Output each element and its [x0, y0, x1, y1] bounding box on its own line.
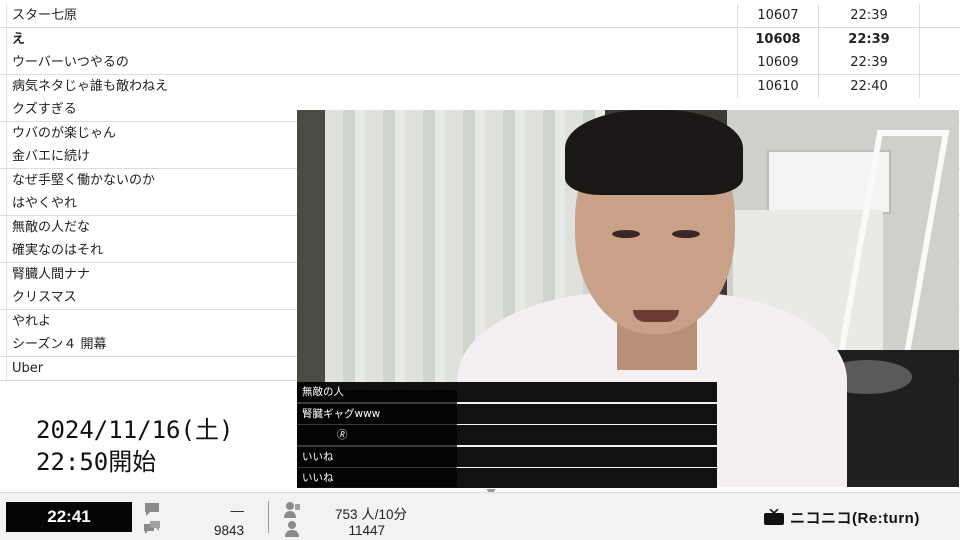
viewer-rate: 753 人/10分 — [335, 507, 408, 522]
comment-text: スター七原 — [6, 4, 302, 27]
comment-number: 10609 — [737, 51, 818, 74]
comment-number: 10607 — [737, 4, 818, 27]
comment-text: 腎臓人間ナナ — [6, 262, 302, 286]
broadcast-date: 2024/11/16(土) 22:50開始 — [36, 414, 296, 478]
comment-text: やれよ — [6, 309, 302, 333]
comment-text: え — [6, 27, 302, 51]
comment-text: 確実なのはそれ — [6, 239, 302, 262]
comment-text: ウーバーいつやるの — [6, 51, 302, 74]
comment-rate: — — [230, 503, 245, 518]
comment-icon — [145, 503, 159, 516]
comment-number: 10610 — [737, 74, 818, 98]
comment-number: 10608 — [737, 27, 818, 51]
comment-text: クズすぎる — [6, 98, 302, 121]
left-eye — [612, 230, 640, 238]
logo-text: ニコニコ(Re:turn) — [790, 509, 920, 527]
overlay-comment: いいね — [297, 468, 717, 488]
comment-text: はやくやれ — [6, 192, 302, 215]
mouth — [633, 310, 679, 322]
status-divider — [268, 501, 269, 533]
comment-total: 9843 — [213, 523, 244, 538]
comment-text: クリスマス — [6, 286, 302, 309]
comment-row[interactable]: ウーバーいつやるの 10609 22:39 — [0, 51, 960, 75]
comment-row[interactable]: スター七原 10607 22:39 — [0, 4, 960, 28]
comment-text: 無敵の人だな — [6, 215, 302, 239]
comment-row[interactable]: 病気ネタじゃ誰も敵わねえ 10610 22:40 — [0, 74, 960, 99]
niconico-live-player: スター七原 10607 22:39 え 10608 22:39 ウーバーいつやるの 10609… — [0, 0, 960, 540]
overlay-comment: 腎臓ギャグwww — [297, 403, 717, 424]
comment-time: 22:39 — [818, 4, 920, 27]
viewer-total: 11447 — [348, 523, 385, 538]
comment-row[interactable]: え 10608 22:39 — [0, 27, 960, 52]
comment-text: ウバのが楽じゃん — [6, 121, 302, 145]
current-time: 22:41 — [6, 502, 132, 532]
comment-time: 22:39 — [818, 51, 920, 74]
comment-text: シーズン４ 開幕 — [6, 333, 302, 356]
status-bar: 22:41 — 9843 753 人/10分 11447 ニコニコ(Re:tur… — [0, 492, 960, 540]
niconico-logo: ニコニコ(Re:turn) — [764, 505, 920, 529]
viewer-rate-icon — [284, 502, 300, 518]
overlay-comment: 🄬 — [297, 425, 717, 445]
start-time-line: 22:50開始 — [36, 448, 157, 476]
viewer-icon — [285, 521, 299, 537]
overlay-comment: いいね — [297, 446, 717, 467]
tv-icon — [764, 509, 784, 525]
comment-text: 病気ネタじゃ誰も敵わねえ — [6, 74, 302, 98]
right-eye — [672, 230, 700, 238]
streamer-hair — [565, 110, 743, 195]
comment-text: なぜ手堅く働かないのか — [6, 168, 302, 192]
date-line: 2024/11/16(土) — [36, 416, 234, 444]
overlay-comment: 無敵の人 — [297, 382, 717, 402]
comment-time: 22:39 — [818, 27, 920, 51]
comment-total-icon — [144, 521, 160, 534]
comment-text: Uber — [6, 356, 302, 380]
room-shadow — [297, 110, 327, 390]
comment-time: 22:40 — [818, 74, 920, 98]
comment-text: 金バエに続け — [6, 145, 302, 168]
overlay-comment-list: 無敵の人 腎臓ギャグwww 🄬 いいね いいね — [297, 382, 717, 490]
